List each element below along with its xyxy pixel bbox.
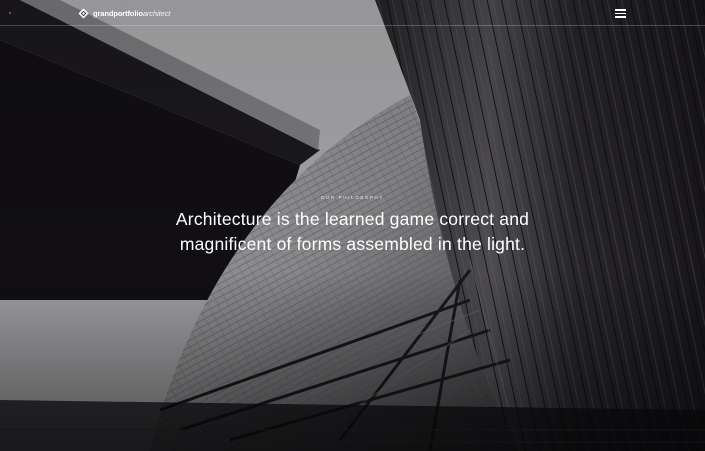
logo-wordmark: grandportfolioarchitect <box>93 9 170 18</box>
headline-line-2: magnificent of forms assembled in the li… <box>179 234 526 254</box>
diamond-logo-icon <box>78 7 89 19</box>
site-logo[interactable]: grandportfolioarchitect <box>78 6 170 20</box>
menu-line <box>615 16 626 18</box>
menu-line <box>615 12 626 14</box>
section-eyebrow: OUR PHILOSOPHY <box>321 195 384 200</box>
menu-line <box>615 9 626 11</box>
hero-headline: Architecture is the learned game correct… <box>140 207 565 257</box>
page: grandportfolioarchitect OUR PHILOSOPHY A… <box>0 0 705 451</box>
logo-name: grandportfolio <box>93 8 143 18</box>
hamburger-menu-icon[interactable] <box>615 9 627 18</box>
logo-suffix: architect <box>142 8 171 18</box>
site-header: grandportfolioarchitect <box>0 0 705 26</box>
headline-line-1: Architecture is the learned game correct… <box>175 209 530 229</box>
